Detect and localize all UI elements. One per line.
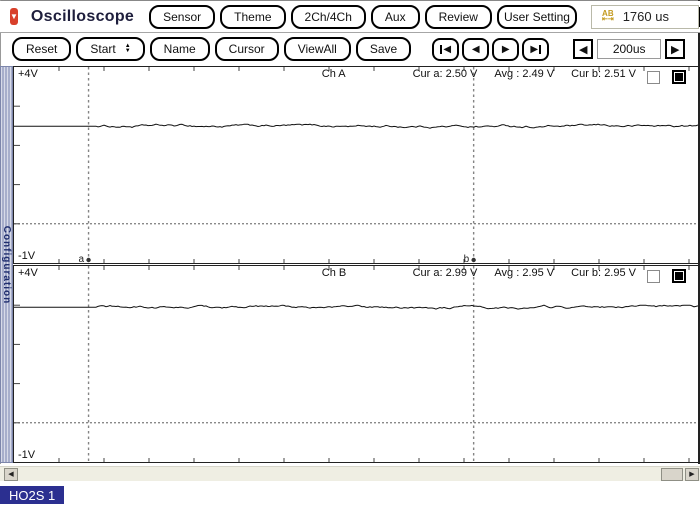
sidebar-configuration[interactable]: Configuration [0,66,13,463]
avg-value: 2.49 V [522,68,554,80]
name-button[interactable]: Name [150,37,210,61]
save-button[interactable]: Save [356,37,411,61]
y-axis-top-label: +4V [18,267,38,279]
cur-b-value: 2.51 V [604,68,636,80]
channel-checkbox-checked[interactable] [672,269,686,283]
prev-arrow-icon: ◀ [472,44,480,55]
scrollbar-thumb[interactable] [661,468,683,481]
y-axis-bottom-label: -1V [18,449,35,461]
next-arrow-icon: ▶ [502,44,510,55]
viewall-button[interactable]: ViewAll [284,37,351,61]
cur-b-value: 2.95 V [604,267,636,279]
user-setting-button[interactable]: User Setting [497,5,577,29]
cursor-readings: Cur a: 2.50 V Avg : 2.49 V Cur b: 2.51 V [396,68,636,80]
channel-label: Ch B [322,267,346,279]
sidebar-label: Configuration [1,225,12,304]
page-title: Oscilloscope [31,8,134,26]
channel-mode-button[interactable]: 2Ch/4Ch [291,5,366,29]
reset-button[interactable]: Reset [12,37,71,61]
bar-icon [539,45,541,54]
aux-button[interactable]: Aux [371,5,420,29]
ab-time-value: 1760 us [623,9,669,24]
spinner-icon: ▲▼ [125,44,131,54]
app-menu-button[interactable]: ▼ [10,8,18,25]
skip-first-button[interactable]: ◀ [432,38,459,61]
waveform-ch-b [14,266,698,462]
channel-label: Ch A [322,68,346,80]
y-axis-bottom-label: -1V [18,250,35,262]
oscilloscope-window: ▼ Oscilloscope Sensor Theme 2Ch/4Ch Aux … [0,0,700,507]
playback-nav-group: ◀ ◀ ▶ ▶ [429,38,549,61]
theme-button[interactable]: Theme [220,5,285,29]
chevron-down-icon: ▼ [10,13,18,21]
svg-text:a: a [79,254,85,263]
scope-panel-ch-a: ab +4V Ch A -1V Cur a: 2.50 V Avg : 2.49… [13,66,699,264]
cur-a-value: 2.50 V [446,68,478,80]
status-tab-label: HO2S 1 [9,488,55,503]
left-arrow-icon: ◀ [579,43,587,56]
timebase-increase-button[interactable]: ▶ [665,39,685,59]
step-forward-button[interactable]: ▶ [492,38,519,61]
avg-value: 2.95 V [522,267,554,279]
y-axis-top-label: +4V [18,68,38,80]
scroll-left-button[interactable]: ◀ [4,468,18,481]
channel-checkbox-checked[interactable] [672,70,686,84]
right-arrow-icon: ▶ [689,471,694,478]
svg-text:b: b [464,254,470,263]
title-bar: ▼ Oscilloscope Sensor Theme 2Ch/4Ch Aux … [0,1,700,33]
channel-checkbox-unchecked[interactable] [647,71,660,84]
step-back-button[interactable]: ◀ [462,38,489,61]
start-button-label: Start [90,42,115,56]
horizontal-scrollbar[interactable]: ◀ ▶ [0,466,700,481]
prev-arrow-icon: ◀ [443,44,451,55]
left-arrow-icon: ◀ [8,471,13,478]
timebase-decrease-button[interactable]: ◀ [573,39,593,59]
skip-last-button[interactable]: ▶ [522,38,549,61]
right-arrow-icon: ▶ [671,43,679,56]
ab-time-readout: AB ⇤⇥ 1760 us [591,5,699,29]
timebase-value-field[interactable]: 200us [597,39,661,59]
start-button[interactable]: Start ▲▼ [76,37,144,61]
review-button[interactable]: Review [425,5,492,29]
next-arrow-icon: ▶ [530,44,538,55]
cursor-readings: Cur a: 2.99 V Avg : 2.95 V Cur b: 2.95 V [396,267,636,279]
status-tab-ho2s[interactable]: HO2S 1 [0,486,64,504]
timebase-group: ◀ 200us ▶ [573,39,685,59]
scroll-right-button[interactable]: ▶ [685,468,699,481]
waveform-ch-a: ab [14,67,698,263]
toolbar: Reset Start ▲▼ Name Cursor ViewAll Save … [0,33,700,65]
cursor-button[interactable]: Cursor [215,37,279,61]
cur-a-value: 2.99 V [446,267,478,279]
sensor-button[interactable]: Sensor [149,5,215,29]
scope-panel-ch-b: +4V Ch B -1V Cur a: 2.99 V Avg : 2.95 V … [13,265,699,463]
cursor-ab-icon: AB ⇤⇥ [602,10,614,23]
bar-icon [440,45,442,54]
channel-checkbox-unchecked[interactable] [647,270,660,283]
